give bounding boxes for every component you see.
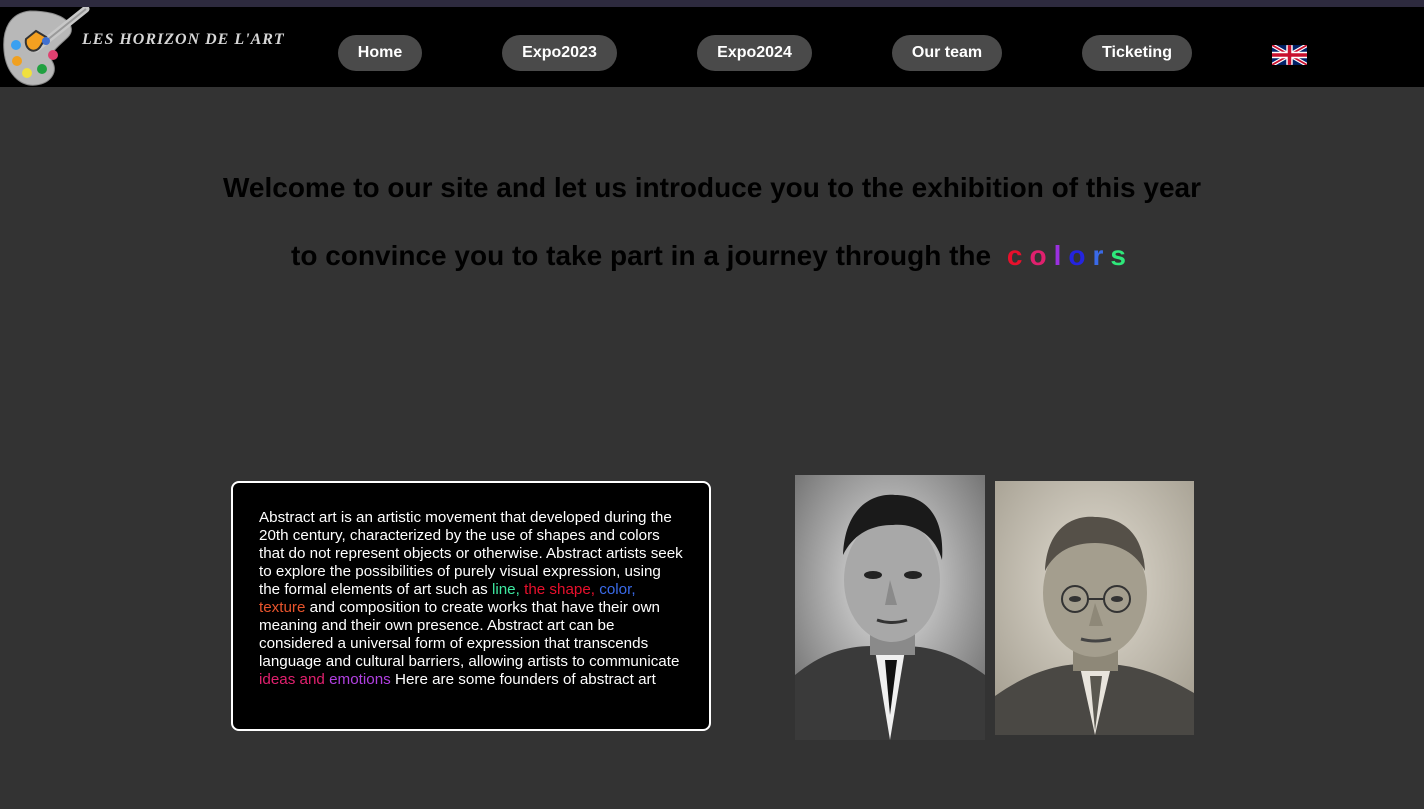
intro-text-box: Abstract art is an artistic movement tha… (231, 481, 711, 731)
nav-ticketing-button[interactable]: Ticketing (1082, 35, 1192, 71)
navbar: LES HORIZON DE L'ART Home Expo2023 Expo2… (0, 5, 1424, 87)
hero-line-2: to convince you to take part in a journe… (0, 240, 1424, 272)
colors-letter: s (1110, 240, 1126, 271)
nav-our-team-button[interactable]: Our team (892, 35, 1002, 71)
hero-line-1: Welcome to our site and let us introduce… (222, 172, 1202, 203)
uk-flag-icon[interactable] (1270, 43, 1309, 67)
keyword-ideas: ideas and (259, 671, 325, 688)
colors-word: colors (1007, 240, 1133, 271)
hero-line-2-text: to convince you to take part in a journe… (291, 240, 992, 271)
portrait-photo-icon (995, 481, 1194, 735)
colors-letter: r (1092, 240, 1104, 271)
nav-home-button[interactable]: Home (338, 35, 422, 71)
colors-letter: o (1029, 240, 1047, 271)
keyword-emotions: emotions (329, 671, 391, 688)
keyword-color: color, (599, 581, 636, 598)
nav-expo2024-button[interactable]: Expo2024 (697, 35, 812, 71)
top-strip (0, 0, 1424, 7)
brand-name: LES HORIZON DE L'ART (82, 31, 285, 48)
colors-letter: o (1068, 240, 1086, 271)
nav-expo2023-button[interactable]: Expo2023 (502, 35, 617, 71)
palette-icon[interactable] (0, 5, 92, 87)
intro-text-part-3: Here are some founders of abstract art (390, 671, 656, 688)
keyword-line: line, (491, 581, 520, 598)
portrait-photo-icon (795, 475, 985, 740)
colors-letter: l (1053, 240, 1062, 271)
keyword-texture: texture (259, 599, 306, 616)
colors-letter: c (1006, 240, 1023, 271)
intro-text-part-2: and composition to create works that hav… (259, 599, 680, 670)
keyword-shape: the shape, (524, 581, 596, 598)
